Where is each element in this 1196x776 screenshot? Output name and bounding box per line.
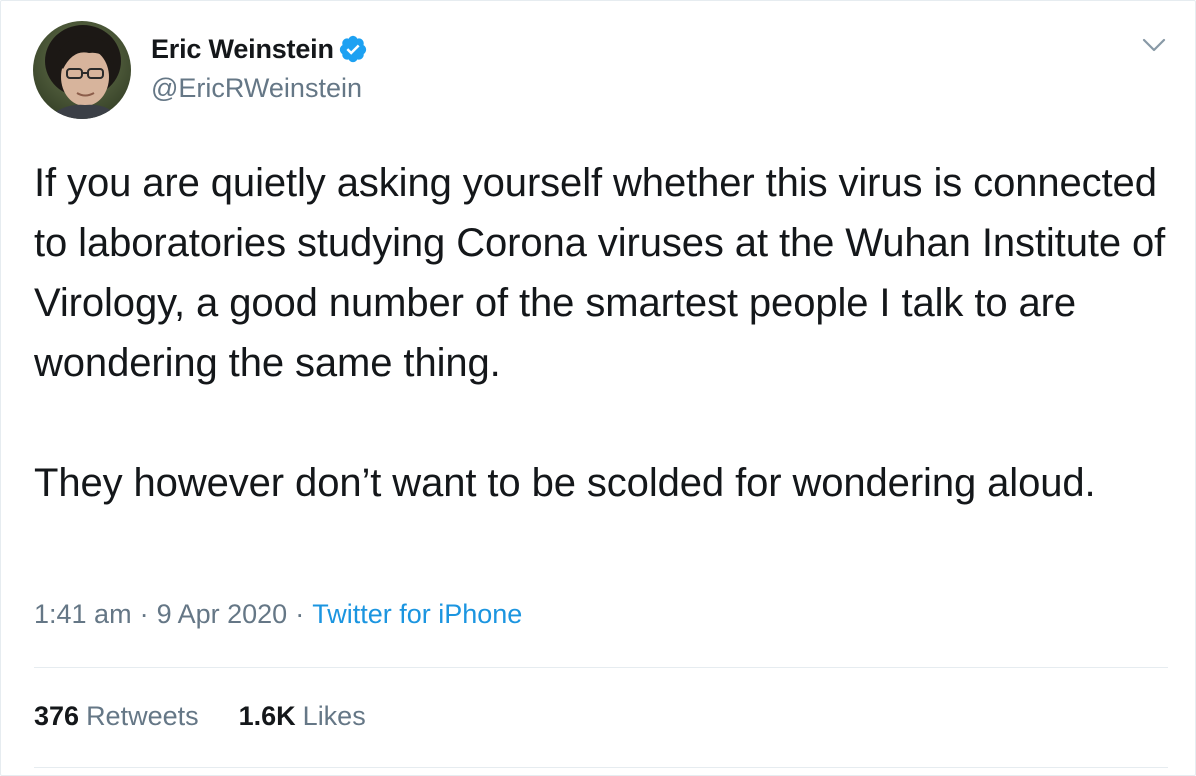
verified-badge-icon (338, 34, 368, 64)
meta-separator: · (139, 599, 149, 629)
profile-photo-icon (33, 21, 131, 119)
avatar[interactable] (33, 21, 131, 119)
likes-count: 1.6K (238, 701, 296, 731)
retweets-label: Retweets (86, 701, 199, 731)
chevron-down-icon[interactable] (1141, 35, 1167, 55)
tweet-time[interactable]: 1:41 am (34, 599, 132, 630)
tweet-source-link[interactable]: Twitter for iPhone (312, 599, 522, 630)
author-display-name[interactable]: Eric Weinstein (151, 34, 334, 65)
tweet-card: Eric Weinstein @EricRWeinstein If you ar… (0, 0, 1196, 776)
divider (34, 767, 1168, 768)
tweet-metadata: 1:41 am · 9 Apr 2020 · Twitter for iPhon… (34, 599, 522, 630)
meta-separator: · (295, 599, 305, 629)
likes-label: Likes (302, 701, 366, 731)
likes-stat[interactable]: 1.6K Likes (239, 701, 366, 732)
tweet-date[interactable]: 9 Apr 2020 (157, 599, 288, 630)
retweets-count: 376 (34, 701, 80, 731)
author-handle[interactable]: @EricRWeinstein (151, 73, 362, 104)
divider (34, 667, 1168, 668)
tweet-text: If you are quietly asking yourself wheth… (34, 161, 1166, 505)
author-name-row[interactable]: Eric Weinstein (151, 31, 368, 67)
tweet-stats: 376 Retweets 1.6K Likes (34, 701, 406, 732)
retweets-stat[interactable]: 376 Retweets (34, 701, 199, 732)
